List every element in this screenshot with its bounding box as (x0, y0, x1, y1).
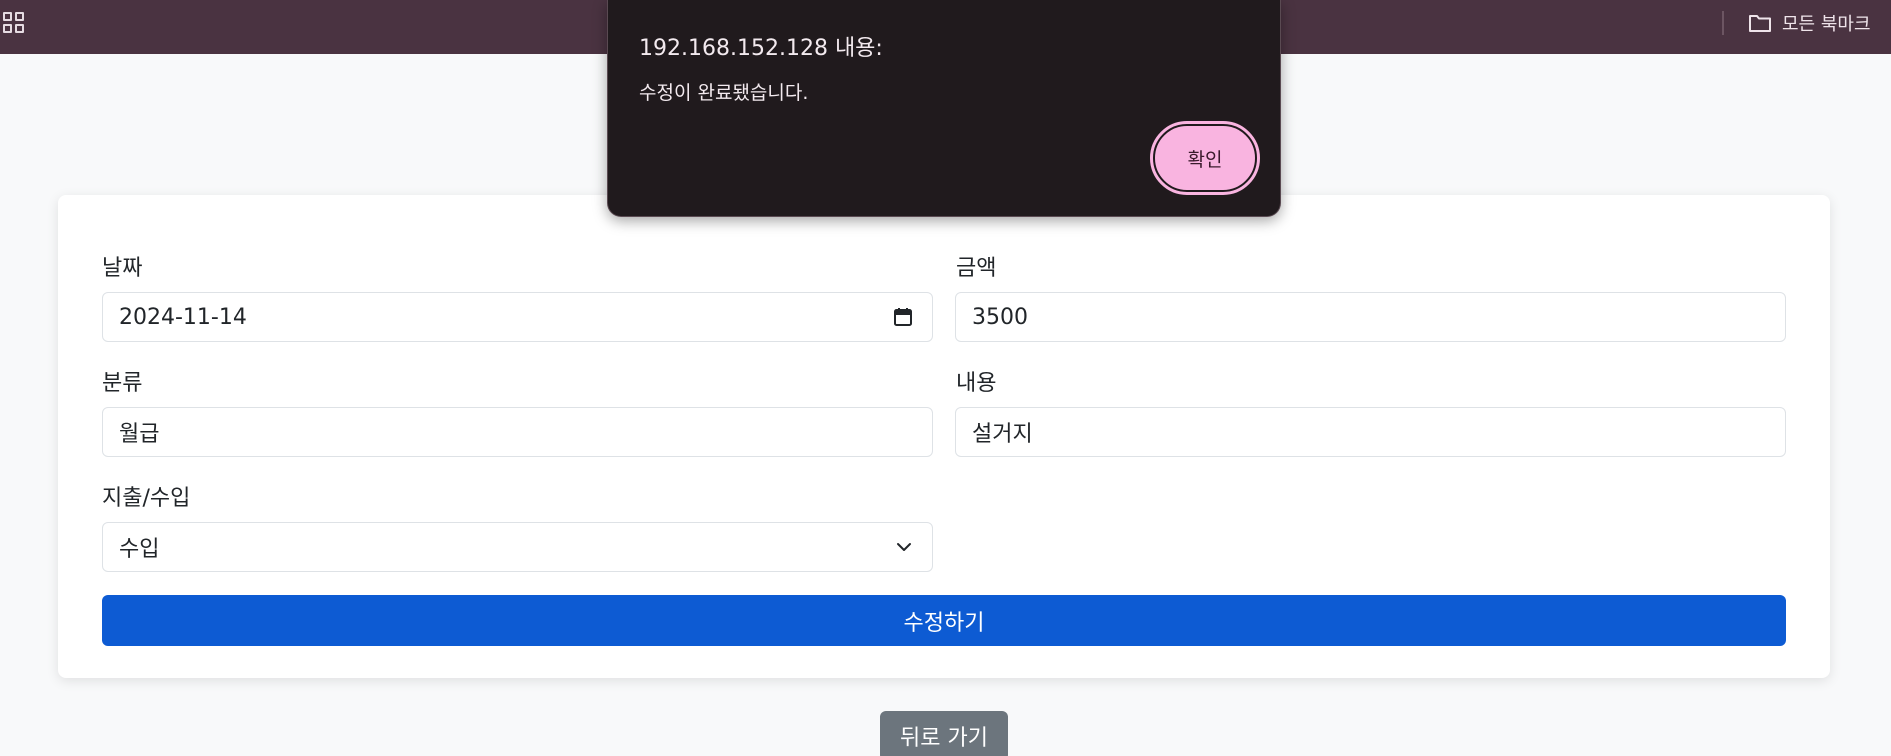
type-value: 수입 (119, 537, 160, 562)
content-value: 설거지 (972, 422, 1033, 447)
type-label: 지출/수입 (102, 486, 191, 511)
edit-form-card: 날짜 2024-11-14 금액 3500 분류 월급 내용 설거지 지출/수입… (58, 195, 1830, 678)
category-input[interactable]: 월급 (102, 407, 933, 457)
date-value: 2024-11-14 (119, 304, 247, 330)
calendar-icon[interactable] (892, 306, 914, 328)
type-select[interactable]: 수입 (102, 522, 933, 572)
chevron-down-icon (897, 543, 911, 551)
all-bookmarks-label: 모든 북마크 (1782, 14, 1871, 35)
submit-button[interactable]: 수정하기 (102, 595, 1786, 646)
date-input[interactable]: 2024-11-14 (102, 292, 933, 342)
dialog-message: 수정이 완료됐습니다. (639, 82, 809, 104)
date-label: 날짜 (102, 256, 143, 281)
amount-label: 금액 (956, 256, 997, 281)
category-value: 월급 (119, 422, 160, 447)
amount-value: 3500 (972, 304, 1028, 330)
apps-grid-icon[interactable] (3, 12, 25, 34)
ok-button[interactable]: 확인 (1150, 121, 1260, 195)
category-label: 분류 (102, 371, 143, 396)
folder-icon (1749, 15, 1771, 32)
all-bookmarks-button[interactable]: 모든 북마크 (1748, 8, 1871, 38)
bar-divider (1722, 11, 1724, 35)
back-button[interactable]: 뒤로 가기 (880, 711, 1008, 756)
alert-dialog: 192.168.152.128 내용: 수정이 완료됐습니다. 확인 (607, 0, 1281, 217)
content-label: 내용 (956, 371, 997, 396)
dialog-title: 192.168.152.128 내용: (639, 36, 883, 61)
content-input[interactable]: 설거지 (955, 407, 1786, 457)
amount-input[interactable]: 3500 (955, 292, 1786, 342)
